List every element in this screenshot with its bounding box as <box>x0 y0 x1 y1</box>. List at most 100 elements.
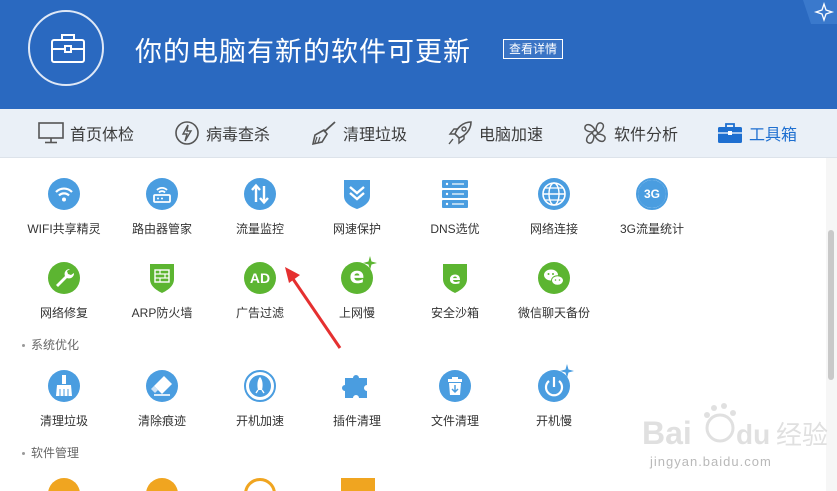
tool-label: 广告过滤 <box>235 306 284 320</box>
tool-label: 开机加速 <box>235 414 284 428</box>
3g-badge: 3G <box>638 180 666 208</box>
tool-ad-filter[interactable]: AD 广告过滤 <box>210 262 310 322</box>
tool-clean-junk[interactable]: 清理垃圾 <box>14 370 114 430</box>
tool-boot-speedup[interactable]: 开机加速 <box>210 370 310 430</box>
bullet-dot <box>22 452 25 456</box>
tool-label: 安全沙箱 <box>430 306 479 320</box>
globe-icon <box>538 178 570 210</box>
tool-label: 流量监控 <box>235 222 284 236</box>
sandbox-icon: e <box>439 262 471 294</box>
tool-plugin-cleanup[interactable]: 插件清理 <box>307 370 407 430</box>
main-nav: 首页体检 病毒查杀 清理垃圾 电脑加速 软件分析 工具箱 <box>0 109 837 158</box>
tool-partial-1[interactable] <box>48 478 80 491</box>
tool-3g-traffic[interactable]: 3G 3G流量统计 <box>602 178 702 238</box>
monitor-icon <box>38 120 64 146</box>
router-icon <box>146 178 178 210</box>
tool-router-manager[interactable]: 路由器管家 <box>112 178 212 238</box>
ad-icon: AD <box>244 262 276 294</box>
power-icon <box>538 364 574 402</box>
tool-label: 微信聊天备份 <box>517 306 590 320</box>
tool-network-repair[interactable]: 网络修复 <box>14 262 114 322</box>
tool-slow-boot[interactable]: 开机慢 <box>504 364 604 430</box>
tool-label: 路由器管家 <box>131 222 192 236</box>
tool-partial-2[interactable] <box>146 478 178 491</box>
tool-label: 网络连接 <box>529 222 578 236</box>
eraser-icon <box>146 370 178 402</box>
updown-arrows-icon <box>244 178 276 210</box>
rocket-icon <box>447 120 473 146</box>
nav-toolbox[interactable]: 工具箱 <box>717 109 797 157</box>
firewall-icon <box>146 262 178 294</box>
tool-network-connection[interactable]: 网络连接 <box>504 178 604 238</box>
section-title-software: 软件管理 <box>22 444 79 461</box>
tool-label: 插件清理 <box>332 414 381 428</box>
nav-label: 首页体检 <box>70 127 135 144</box>
tool-label: 文件清理 <box>430 414 479 428</box>
tool-clear-traces[interactable]: 清除痕迹 <box>112 370 212 430</box>
sparkle-icon <box>803 0 837 24</box>
tool-arp-firewall[interactable]: ARP防火墙 <box>112 262 212 322</box>
section-title-system: 系统优化 <box>22 336 79 353</box>
section-title-text: 系统优化 <box>31 338 80 352</box>
sparkle-badge-icon <box>363 256 377 270</box>
sparkle-badge-icon <box>560 364 574 378</box>
scrollbar-thumb[interactable] <box>828 230 834 380</box>
tool-wifi-share[interactable]: WIFI共享精灵 <box>14 178 114 238</box>
wrench-icon <box>48 262 80 294</box>
tool-security-sandbox[interactable]: e 安全沙箱 <box>405 262 505 322</box>
nav-speed-up[interactable]: 电脑加速 <box>447 109 543 157</box>
ie-icon: e <box>341 256 377 294</box>
nav-clean-junk[interactable]: 清理垃圾 <box>311 109 407 157</box>
tool-dns-optimize[interactable]: DNS选优 <box>405 178 505 238</box>
watermark-url: jingyan.baidu.com <box>650 454 772 469</box>
tool-traffic-monitor[interactable]: 流量监控 <box>210 178 310 238</box>
wechat-icon <box>538 262 570 294</box>
puzzle-icon <box>341 370 373 402</box>
tool-label: WIFI共享精灵 <box>27 222 101 236</box>
brush-icon <box>48 370 80 402</box>
tool-label: DNS选优 <box>430 222 480 236</box>
server-icon <box>439 178 471 210</box>
nav-software-analysis[interactable]: 软件分析 <box>582 109 678 157</box>
broom-icon <box>311 120 337 146</box>
tool-partial-4[interactable] <box>341 478 375 491</box>
section-title-text: 软件管理 <box>31 446 80 460</box>
tool-label: 网速保护 <box>332 222 381 236</box>
tool-label: 网络修复 <box>39 306 88 320</box>
lightning-shield-icon <box>174 120 200 146</box>
nav-label: 电脑加速 <box>479 127 544 144</box>
nav-virus-scan[interactable]: 病毒查杀 <box>174 109 270 157</box>
nav-label: 工具箱 <box>749 127 798 144</box>
header-banner: 你的电脑有新的软件可更新 查看详情 <box>0 0 837 109</box>
trash-icon <box>439 370 471 402</box>
tool-label: 开机慢 <box>535 414 572 428</box>
tool-wechat-backup[interactable]: 微信聊天备份 <box>504 262 604 322</box>
tool-label: ARP防火墙 <box>131 306 193 320</box>
wifi-icon <box>48 178 80 210</box>
3g-icon: 3G <box>636 178 668 210</box>
skin-button[interactable] <box>803 0 837 24</box>
toolbox-content: WIFI共享精灵 路由器管家 流量监控 网速保护 DNS选优 网络连接 3G 3… <box>0 158 826 491</box>
tool-label: 清除痕迹 <box>137 414 186 428</box>
fan-icon <box>582 120 608 146</box>
nav-home-check[interactable]: 首页体检 <box>38 109 134 157</box>
ad-badge: AD <box>249 270 271 286</box>
toolbox-icon <box>717 120 743 146</box>
tool-label: 3G流量统计 <box>619 222 684 236</box>
tool-file-cleanup[interactable]: 文件清理 <box>405 370 505 430</box>
view-details-button[interactable]: 查看详情 <box>503 39 564 59</box>
briefcase-icon <box>51 34 85 63</box>
tool-slow-internet[interactable]: e 上网慢 <box>307 256 407 322</box>
tool-speed-protect[interactable]: 网速保护 <box>307 178 407 238</box>
shield-icon <box>341 178 373 210</box>
nav-label: 病毒查杀 <box>206 127 271 144</box>
boot-rocket-icon <box>244 370 276 402</box>
tool-partial-3[interactable] <box>244 478 276 491</box>
tool-label: 上网慢 <box>338 306 375 320</box>
nav-label: 清理垃圾 <box>343 127 408 144</box>
sandbox-badge: e <box>449 269 461 289</box>
toolbox-logo <box>28 10 104 86</box>
nav-label: 软件分析 <box>614 127 679 144</box>
tool-label: 清理垃圾 <box>39 414 88 428</box>
bullet-dot <box>22 344 25 348</box>
